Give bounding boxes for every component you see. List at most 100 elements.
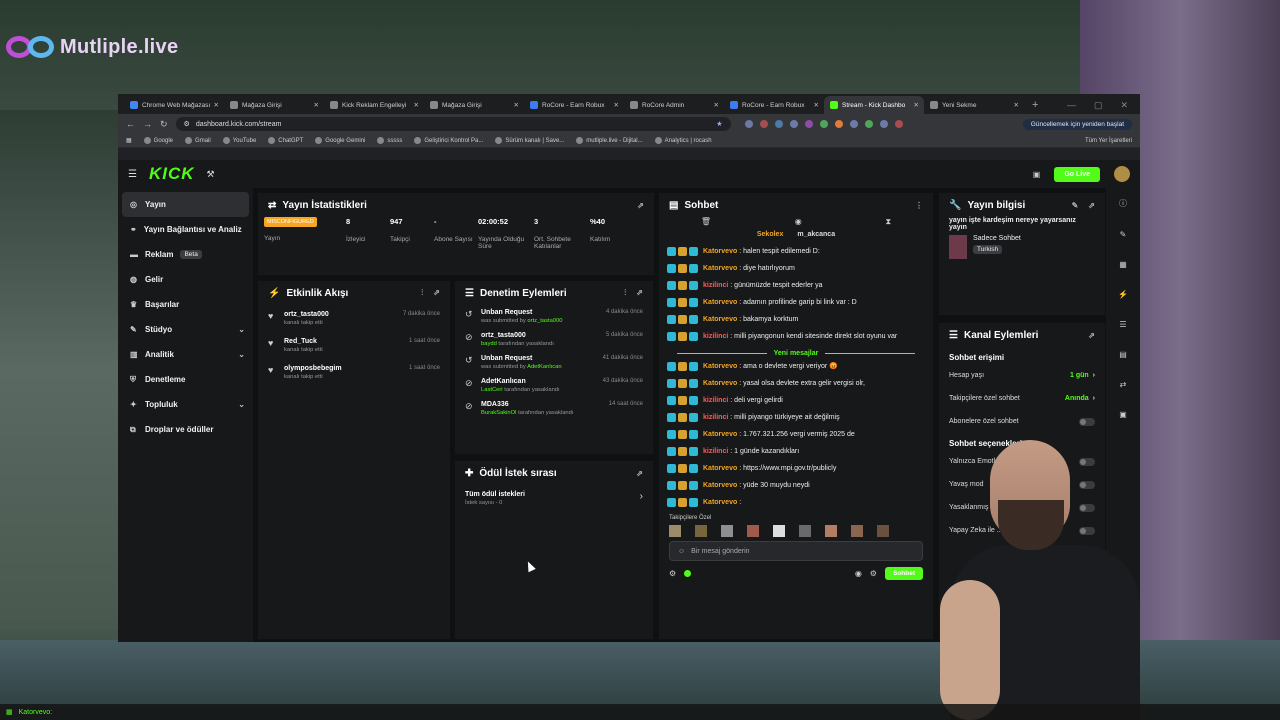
popout-icon[interactable]: ⇗: [636, 288, 643, 298]
chat-message[interactable]: Katorvevo:: [667, 496, 925, 513]
sidebar-item[interactable]: ▬ Reklam Beta: [118, 242, 253, 267]
list-icon[interactable]: ☰: [1119, 320, 1126, 329]
browser-tab[interactable]: Chrome Web Mağazası ✕: [124, 96, 224, 114]
chat-message[interactable]: kizilinci: milli piyangonun kendi sitesi…: [667, 330, 925, 347]
moderation-item[interactable]: ⊘ ortz_tasta000 baydd tarafından yasakland…: [455, 328, 653, 351]
browser-tab[interactable]: RoCore - Earn Robux ✕: [524, 96, 624, 114]
bookmark-star-icon[interactable]: ★: [716, 120, 722, 128]
bookmark-item[interactable]: sssss: [377, 137, 402, 144]
popout-icon[interactable]: ⇗: [1088, 201, 1095, 210]
layout-icon[interactable]: ▦: [1119, 260, 1127, 269]
emoji-icon[interactable]: ☺: [678, 548, 685, 555]
pinned-user[interactable]: m_akcanca: [797, 231, 835, 245]
close-icon[interactable]: ✕: [214, 101, 219, 109]
extension-icon[interactable]: [849, 120, 858, 128]
moderation-item[interactable]: ↺ Unban Request was submitted by AdetKanlı…: [455, 351, 653, 374]
emote-icon[interactable]: [877, 525, 889, 537]
reload-icon[interactable]: ↻: [160, 119, 168, 130]
maximize-icon[interactable]: ▢: [1094, 96, 1103, 114]
trash-icon[interactable]: 🗑: [701, 217, 711, 231]
bookmark-item[interactable]: ChatGPT: [268, 137, 303, 144]
wallet-icon[interactable]: ▣: [1033, 170, 1041, 179]
browser-tab[interactable]: Mağaza Girişi ✕: [424, 96, 524, 114]
chat-bubble-icon[interactable]: ◉: [855, 569, 862, 578]
category-thumbnail[interactable]: [949, 235, 967, 259]
chat-tools-icon[interactable]: ⚙: [669, 569, 676, 578]
edit-icon[interactable]: ✎: [1072, 201, 1079, 210]
moderation-item[interactable]: ⊘ AdetKanlıcan LastCeri tarafından yasakla…: [455, 374, 653, 397]
extension-icon[interactable]: [789, 120, 798, 128]
chat-message[interactable]: Katorvevo: yüde 30 muydu neydi: [667, 479, 925, 496]
sidebar-item[interactable]: ✦ Topluluk ⌄: [118, 392, 253, 417]
moderator-name[interactable]: ortz_tasta000: [527, 318, 562, 324]
bookmark-item[interactable]: mutliple.live - Dijital...: [576, 137, 643, 144]
sidebar-item[interactable]: ⧉ Droplar ve ödüller: [118, 417, 253, 442]
forward-icon[interactable]: →: [143, 119, 152, 129]
archive-icon[interactable]: ▣: [1119, 410, 1127, 419]
extension-icon[interactable]: [759, 120, 768, 128]
new-tab-icon[interactable]: +: [1024, 96, 1046, 114]
sidebar-item[interactable]: ⚭ Yayın Bağlantısı ve Analiz: [118, 217, 253, 242]
chat-username[interactable]: kizilinci: [703, 279, 728, 292]
chat-username[interactable]: kizilinci: [703, 330, 728, 343]
moderation-item[interactable]: ⊘ MDA336 BurakSakinOl tarafından yasakland…: [455, 397, 653, 420]
bookmark-item[interactable]: Analytics | rocash: [654, 137, 712, 144]
toggle-switch[interactable]: [1079, 417, 1095, 426]
sidebar-item[interactable]: ▥ Analitik ⌄: [118, 342, 253, 367]
chat-username[interactable]: kizilinci: [703, 445, 728, 458]
extension-icon[interactable]: [744, 120, 753, 128]
extension-icon[interactable]: [864, 120, 873, 128]
chat-username[interactable]: Katorvevo: [703, 479, 737, 492]
all-bookmarks[interactable]: Tüm Yer İşaretleri: [1085, 138, 1132, 144]
extension-icon[interactable]: [774, 120, 783, 128]
emote-icon[interactable]: [799, 525, 811, 537]
chat-message-input[interactable]: ☺ Bir mesaj gönderin: [669, 541, 923, 561]
chat-access-row[interactable]: Takipçilere özel sohbet Anında ›: [939, 387, 1105, 410]
bookmark-item[interactable]: Google Gemini: [315, 137, 365, 144]
chat-username[interactable]: Katorvevo: [703, 262, 737, 275]
chat-message[interactable]: Katorvevo: ama o devlete vergi veriyor 😡: [667, 360, 925, 377]
extension-icon[interactable]: [834, 120, 843, 128]
emote-icon[interactable]: [825, 525, 837, 537]
popout-icon[interactable]: ⇗: [637, 201, 644, 210]
chat-message[interactable]: Katorvevo: adamın profilinde garip bi li…: [667, 296, 925, 313]
chat-message[interactable]: Katorvevo: https://www.mpi.gov.tr/public…: [667, 462, 925, 479]
emote-icon[interactable]: [721, 525, 733, 537]
chat-username[interactable]: Katorvevo: [703, 496, 737, 509]
chat-message[interactable]: Katorvevo: bakamya korktum: [667, 313, 925, 330]
close-icon[interactable]: ✕: [914, 101, 919, 109]
chat-username[interactable]: Katorvevo: [703, 296, 737, 309]
chat-message[interactable]: Katorvevo: 1.767.321.256 vergi vermiş 20…: [667, 428, 925, 445]
browser-tab[interactable]: Mağaza Girişi ✕: [224, 96, 324, 114]
sidebar-item[interactable]: ⛨ Denetleme: [118, 367, 253, 392]
reward-requests-row[interactable]: Tüm ödül istekleri İstek sayısı - 0 ›: [455, 485, 653, 512]
edit-icon[interactable]: ✎: [1120, 230, 1127, 239]
close-icon[interactable]: ✕: [414, 101, 419, 109]
url-input[interactable]: ⚙ dashboard.kick.com/stream ★: [175, 117, 731, 131]
extension-icon[interactable]: [819, 120, 828, 128]
activity-user[interactable]: Red_Tuck: [284, 338, 323, 345]
chat-icon[interactable]: ▤: [1119, 350, 1127, 359]
chat-message[interactable]: Katorvevo: diye hatırlıyorum: [667, 262, 925, 279]
chat-username[interactable]: Katorvevo: [703, 360, 737, 373]
browser-tab[interactable]: Yeni Sekme ✕: [924, 96, 1024, 114]
minimize-icon[interactable]: —: [1067, 96, 1076, 114]
chat-username[interactable]: Katorvevo: [703, 428, 737, 441]
chat-message[interactable]: kizilinci: 1 günde kazandıkları: [667, 445, 925, 462]
moderation-item[interactable]: ↺ Unban Request was submitted by ortz_tast…: [455, 305, 653, 328]
hammer-icon[interactable]: ⚒: [207, 169, 215, 180]
close-icon[interactable]: ✕: [314, 101, 319, 109]
chat-username[interactable]: Katorvevo: [703, 313, 737, 326]
chat-message[interactable]: kizilinci: deli vergi gelirdi: [667, 394, 925, 411]
bookmark-item[interactable]: Gmail: [185, 137, 211, 144]
close-icon[interactable]: ✕: [1014, 101, 1019, 109]
chat-username[interactable]: kizilinci: [703, 411, 728, 424]
send-chat-button[interactable]: Sohbet: [884, 567, 923, 580]
site-info-icon[interactable]: ⚙: [184, 120, 190, 128]
close-icon[interactable]: ✕: [614, 101, 619, 109]
sidebar-item[interactable]: ✎ Stüdyo ⌄: [118, 317, 253, 342]
menu-icon[interactable]: ☰: [128, 169, 137, 180]
chat-bubble-icon[interactable]: ◉: [795, 217, 802, 231]
emote-icon[interactable]: [669, 525, 681, 537]
emote-icon[interactable]: [695, 525, 707, 537]
